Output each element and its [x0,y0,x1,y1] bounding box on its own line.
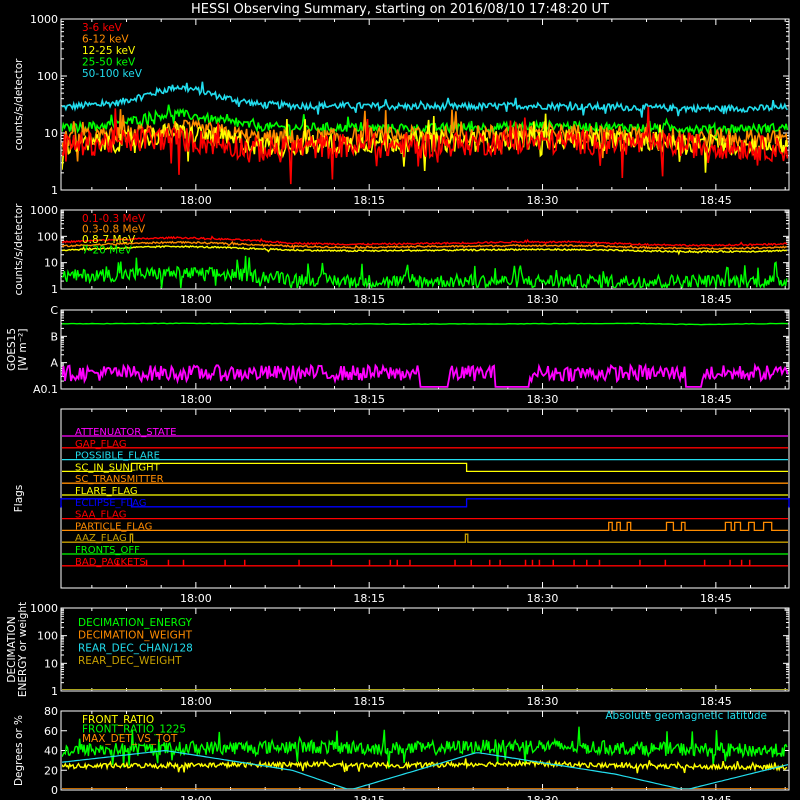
y-tick-label: 1000 [30,602,58,615]
y-axis-label: Degrees or % [13,715,25,786]
legend-entry: 7-20 MeV [82,245,133,257]
annotation: Absolute geomagnetic latitude [605,710,767,722]
x-tick-label: 18:45 [700,794,732,800]
x-tick-label: 18:15 [353,592,385,605]
x-tick-label: 18:15 [353,695,385,708]
x-tick-label: 18:45 [700,695,732,708]
y-tick-label: 1000 [30,204,58,217]
legend-entry: DECIMATION_ENERGY [78,617,192,629]
legend-entry: DECIMATION_WEIGHT [78,630,193,642]
x-tick-label: 18:00 [180,794,212,800]
y-axis-label: ENERGY or weight [17,602,29,697]
y-tick-label: 100 [37,70,58,83]
y-tick-label: A [50,357,58,370]
observing-summary-chart: HESSI Observing Summary, starting on 201… [0,0,800,800]
y-tick-label: 0 [51,784,58,797]
chart-title: HESSI Observing Summary, starting on 201… [191,2,609,17]
y-tick-label: 1 [51,184,58,197]
x-tick-label: 18:00 [180,293,212,306]
x-tick-label: 18:30 [527,194,559,207]
y-axis-label: [W m⁻²] [17,329,29,371]
y-axis-label: counts/s/detector [13,203,25,296]
legend-entry: 6-12 keV [82,34,129,46]
x-tick-label: 18:30 [527,592,559,605]
x-tick-label: 18:45 [700,592,732,605]
x-tick-label: 18:00 [180,695,212,708]
legend-entry: REAR_DEC_WEIGHT [78,655,182,667]
x-tick-label: 18:15 [353,794,385,800]
y-axis-label: Flags [13,485,25,513]
legend-entry: MAX_DET_VS_TOT [82,733,178,745]
y-tick-label: 100 [37,230,58,243]
legend-entry: REAR_DEC_CHAN/128 [78,642,193,654]
y-tick-label: 80 [44,705,58,718]
x-tick-label: 18:15 [353,393,385,406]
x-tick-label: 18:45 [700,293,732,306]
y-tick-label: B [50,330,58,343]
x-tick-label: 18:45 [700,393,732,406]
x-tick-label: 18:15 [353,293,385,306]
y-tick-label: 10 [44,257,58,270]
y-tick-label: 20 [44,764,58,777]
y-tick-label: 1000 [30,13,58,26]
x-tick-label: 18:00 [180,194,212,207]
x-tick-label: 18:00 [180,393,212,406]
y-tick-label: 60 [44,725,58,738]
x-tick-label: 18:30 [527,794,559,800]
x-tick-label: 18:00 [180,592,212,605]
x-tick-label: 18:30 [527,293,559,306]
x-tick-label: 18:45 [700,194,732,207]
legend-entry: 12-25 keV [82,45,136,57]
y-tick-label: A0.1 [33,383,58,396]
legend-entry: 3-6 keV [82,22,123,34]
x-tick-label: 18:15 [353,194,385,207]
y-tick-label: 10 [44,127,58,140]
legend-entry: 25-50 keV [82,57,136,69]
x-tick-label: 18:30 [527,695,559,708]
y-tick-label: 1 [51,283,58,296]
y-tick-label: C [50,304,58,317]
legend-entry: 50-100 keV [82,68,143,80]
decimation-legend: DECIMATION_ENERGYDECIMATION_WEIGHTREAR_D… [78,617,193,667]
y-tick-label: 40 [44,745,58,758]
y-axis-label: counts/s/detector [13,58,25,151]
y-tick-label: 100 [37,630,58,643]
y-tick-label: 1 [51,685,58,698]
x-tick-label: 18:30 [527,393,559,406]
y-tick-label: 10 [44,657,58,670]
